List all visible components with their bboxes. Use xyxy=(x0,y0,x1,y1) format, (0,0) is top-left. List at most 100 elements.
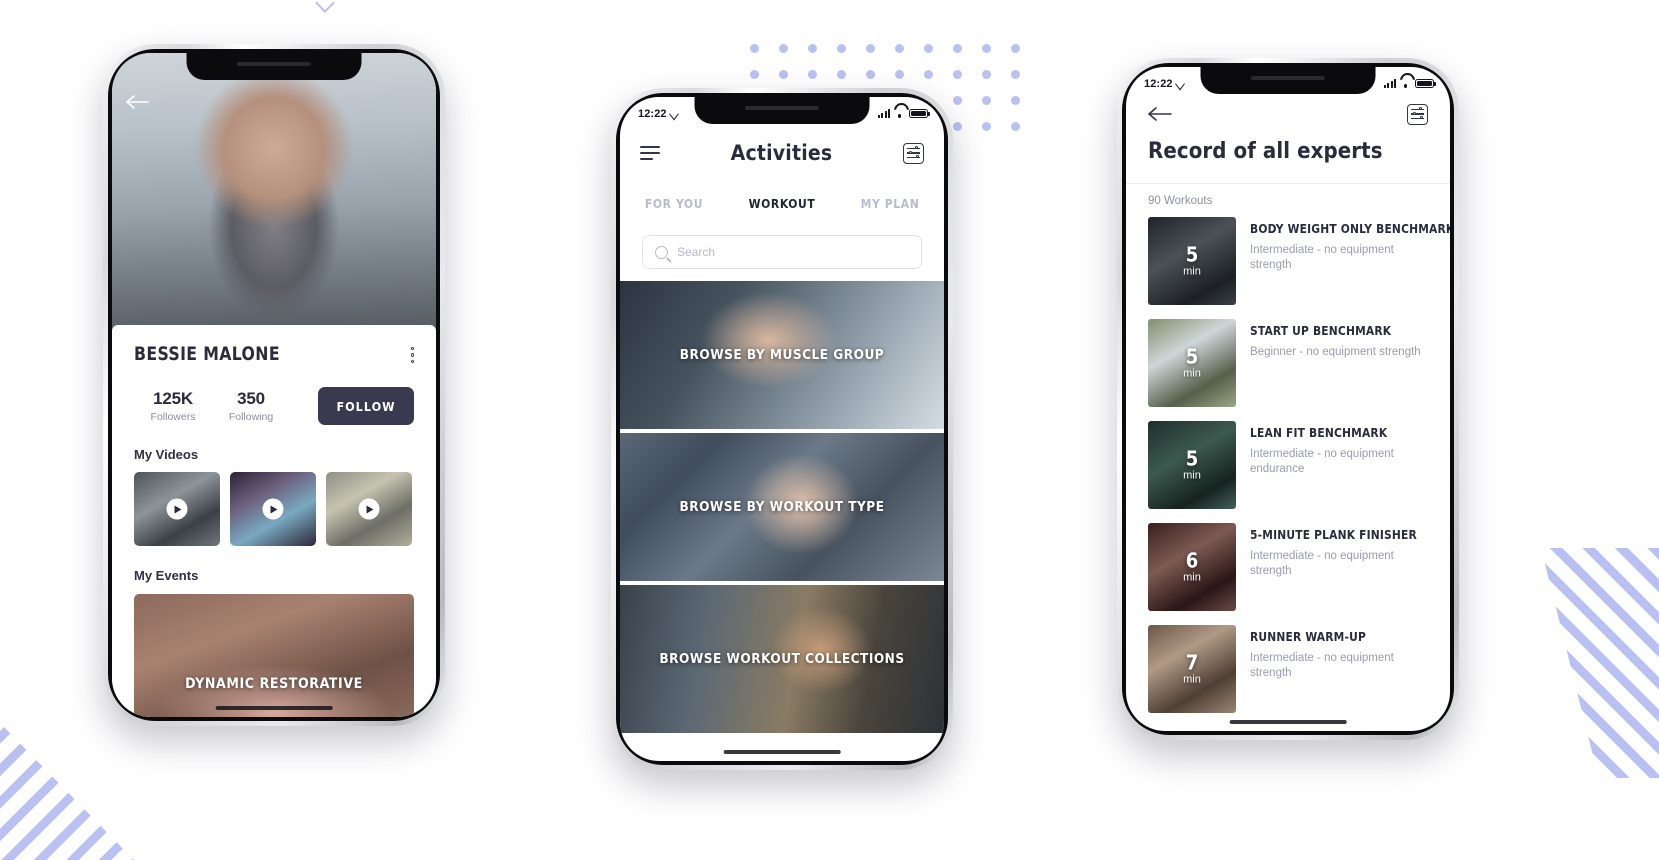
phone-profile: BESSIE MALONE 125K Followers 350 Followi… xyxy=(103,44,445,726)
my-videos-list xyxy=(134,472,414,546)
status-time: 12:22 xyxy=(1144,77,1173,90)
wifi-icon xyxy=(1400,79,1411,88)
speaker-grille xyxy=(237,62,311,66)
signal-icon xyxy=(877,109,890,118)
video-thumb-1[interactable] xyxy=(134,472,220,546)
workout-count-label: 90 Workouts xyxy=(1148,195,1213,207)
header-divider xyxy=(1126,183,1450,184)
duration-unit: min xyxy=(1183,265,1201,278)
workout-title: BODY WEIGHT ONLY BENCHMARK xyxy=(1250,221,1450,236)
phone-screen: 12:22 Activities FOR YOU WORKOUT MY PLAN… xyxy=(620,97,944,761)
stat-followers: 125K Followers xyxy=(134,389,212,423)
back-arrow-icon[interactable] xyxy=(126,93,150,111)
decorative-stripes-right xyxy=(1541,548,1659,778)
notch xyxy=(186,53,362,80)
search-input[interactable] xyxy=(677,245,909,259)
filter-sliders-icon[interactable] xyxy=(1407,103,1428,125)
workout-subtitle: Intermediate - no equipment strength xyxy=(1250,652,1394,680)
profile-name-row: BESSIE MALONE xyxy=(134,343,414,365)
play-icon xyxy=(358,498,380,520)
phone-screen: BESSIE MALONE 125K Followers 350 Followi… xyxy=(112,53,436,717)
duration-unit: min xyxy=(1183,469,1201,482)
filter-sliders-icon[interactable] xyxy=(903,142,924,164)
status-time: 12:22 xyxy=(638,107,667,120)
stat-label: Following xyxy=(228,411,274,423)
header-top-row xyxy=(1148,97,1428,131)
workout-subtitle: Beginner - no equipment strength xyxy=(1250,346,1421,358)
workout-thumbnail[interactable]: 5 min xyxy=(1148,319,1236,407)
follow-button[interactable]: FOLLOW xyxy=(318,387,414,425)
browse-card-workout-type[interactable]: BROWSE BY WORKOUT TYPE xyxy=(620,433,944,581)
screenshot-canvas: BESSIE MALONE 125K Followers 350 Followi… xyxy=(0,0,1659,860)
video-thumb-3[interactable] xyxy=(326,472,412,546)
workout-meta: RUNNER WARM-UP Intermediate - no equipme… xyxy=(1250,625,1434,713)
workout-thumbnail[interactable]: 5 min xyxy=(1148,421,1236,509)
decorative-arrow-tick xyxy=(315,0,335,13)
home-indicator xyxy=(215,706,333,710)
my-videos-heading: My Videos xyxy=(134,447,199,462)
page-title: Activities xyxy=(730,141,833,165)
card-caption: BROWSE BY WORKOUT TYPE xyxy=(679,499,885,515)
status-left: 12:22 xyxy=(638,107,679,120)
phone-screen: 12:22 Record of all experts 90 Workouts … xyxy=(1126,67,1450,731)
workout-title: RUNNER WARM-UP xyxy=(1250,629,1367,644)
stat-label: Followers xyxy=(150,411,196,423)
more-vertical-icon[interactable] xyxy=(410,343,414,364)
list-item[interactable]: 6 min 5-MINUTE PLANK FINISHER Intermedia… xyxy=(1148,523,1434,611)
video-thumb-2[interactable] xyxy=(230,472,316,546)
hamburger-icon[interactable] xyxy=(640,146,660,160)
browse-card-collections[interactable]: BROWSE WORKOUT COLLECTIONS xyxy=(620,585,944,733)
wifi-icon xyxy=(894,109,905,118)
workout-thumbnail[interactable]: 6 min xyxy=(1148,523,1236,611)
workout-thumbnail[interactable]: 7 min xyxy=(1148,625,1236,713)
event-caption: DYNAMIC RESTORATIVE xyxy=(185,675,363,692)
browse-card-muscle-group[interactable]: BROWSE BY MUSCLE GROUP xyxy=(620,281,944,429)
workout-list: 5 min BODY WEIGHT ONLY BENCHMARK Interme… xyxy=(1148,217,1450,731)
stat-value: 350 xyxy=(237,389,265,408)
tab-for-you[interactable]: FOR YOU xyxy=(620,197,728,211)
status-bar: 12:22 xyxy=(1126,67,1450,95)
duration-value: 5 xyxy=(1185,446,1199,471)
phone-activities: 12:22 Activities FOR YOU WORKOUT MY PLAN… xyxy=(611,88,953,770)
play-icon xyxy=(262,498,284,520)
activities-header: Activities xyxy=(620,127,944,179)
card-caption: BROWSE BY MUSCLE GROUP xyxy=(679,347,885,363)
workout-meta: BODY WEIGHT ONLY BENCHMARK Intermediate … xyxy=(1250,217,1450,305)
event-card[interactable]: DYNAMIC RESTORATIVE xyxy=(134,594,414,717)
profile-hero-photo xyxy=(112,53,436,333)
duration-value: 5 xyxy=(1185,242,1199,267)
duration-badge: 5 min xyxy=(1148,347,1236,380)
workout-meta: LEAN FIT BENCHMARK Intermediate - no equ… xyxy=(1250,421,1434,509)
list-item[interactable]: 7 min RUNNER WARM-UP Intermediate - no e… xyxy=(1148,625,1434,713)
activities-tabs: FOR YOU WORKOUT MY PLAN xyxy=(620,197,944,211)
tab-my-plan[interactable]: MY PLAN xyxy=(836,197,944,211)
profile-stats: 125K Followers 350 Following FOLLOW xyxy=(134,387,414,425)
workout-meta: START UP BENCHMARK Beginner - no equipme… xyxy=(1250,319,1421,407)
signal-icon xyxy=(1383,79,1396,88)
duration-value: 5 xyxy=(1185,344,1199,369)
page-title: Record of all experts xyxy=(1148,139,1383,164)
duration-unit: min xyxy=(1183,571,1201,584)
workout-title: 5-MINUTE PLANK FINISHER xyxy=(1250,527,1417,542)
workout-thumbnail[interactable]: 5 min xyxy=(1148,217,1236,305)
search-icon xyxy=(655,245,668,259)
battery-icon xyxy=(909,108,930,119)
card-caption: BROWSE WORKOUT COLLECTIONS xyxy=(659,651,905,667)
tab-workout[interactable]: WORKOUT xyxy=(728,197,836,211)
battery-icon xyxy=(1415,78,1436,89)
back-arrow-icon[interactable] xyxy=(1148,105,1174,123)
workout-meta: 5-MINUTE PLANK FINISHER Intermediate - n… xyxy=(1250,523,1434,611)
duration-badge: 5 min xyxy=(1148,449,1236,482)
search-bar[interactable] xyxy=(642,235,922,269)
workout-subtitle: Intermediate - no equipment endurance xyxy=(1250,448,1394,476)
workout-subtitle: Intermediate - no equipment strength xyxy=(1250,244,1394,272)
list-item[interactable]: 5 min BODY WEIGHT ONLY BENCHMARK Interme… xyxy=(1148,217,1450,305)
duration-value: 7 xyxy=(1185,650,1199,675)
duration-unit: min xyxy=(1183,673,1201,686)
page-title: BESSIE MALONE xyxy=(134,343,280,365)
status-bar: 12:22 xyxy=(620,97,944,125)
list-item[interactable]: 5 min LEAN FIT BENCHMARK Intermediate - … xyxy=(1148,421,1434,509)
workout-title: LEAN FIT BENCHMARK xyxy=(1250,425,1388,440)
duration-badge: 7 min xyxy=(1148,653,1236,686)
list-item[interactable]: 5 min START UP BENCHMARK Beginner - no e… xyxy=(1148,319,1434,407)
